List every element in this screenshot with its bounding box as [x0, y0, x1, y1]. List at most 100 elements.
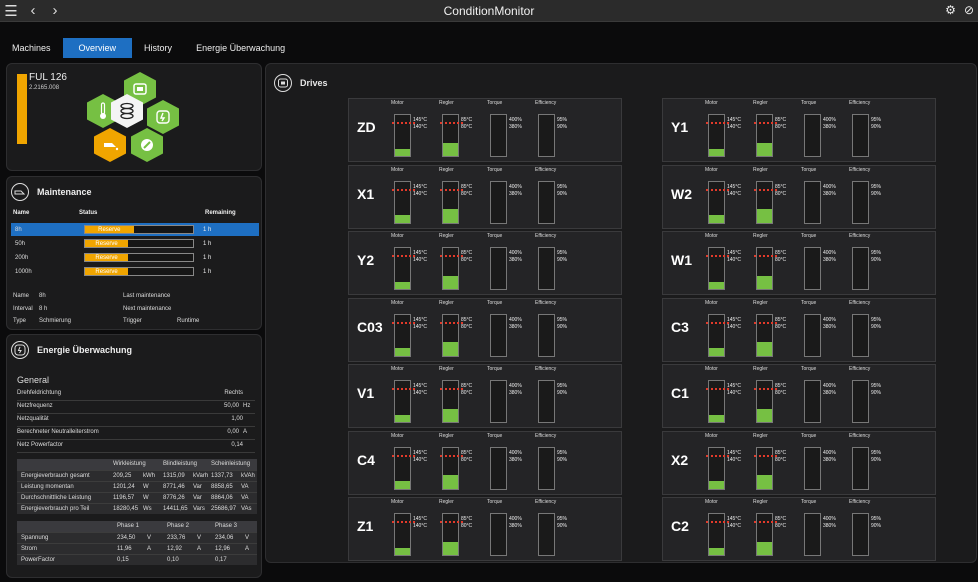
gauge-header: Torque — [487, 100, 503, 106]
drive-card[interactable]: Y1 Motor 145°C 140°C Regler 85°C 80°C Torque 400… — [662, 98, 936, 162]
gauge-bar — [490, 313, 507, 357]
table-row-label: PowerFactor — [21, 557, 56, 563]
gauge-high-value: 95% — [871, 117, 882, 123]
table-row: Spannung 234,50 V 233,76 V 234,06 V — [17, 532, 257, 543]
gauge-high-value: 145°C — [727, 250, 741, 256]
gauge-bar — [392, 446, 415, 490]
drive-card[interactable]: C1 Motor 145°C 140°C Regler 85°C 80°C Torque 400… — [662, 364, 936, 428]
table-cell-unit: Var — [193, 495, 202, 501]
table-cell-value: 0,17 — [215, 557, 227, 563]
drive-label: C3 — [671, 318, 689, 335]
chevron-left-icon[interactable]: ‹ — [22, 0, 44, 22]
link-icon[interactable]: ⊘ — [964, 3, 974, 17]
gauge-high-value: 85°C — [775, 449, 787, 456]
gauge-header: Torque — [801, 432, 817, 439]
gauge-fill — [709, 215, 724, 223]
gauge-low-value: 80°C — [461, 390, 473, 396]
gauge-bar — [538, 114, 555, 157]
gauge-bar — [440, 114, 463, 157]
drive-card[interactable]: W2 Motor 145°C 140°C Regler 85°C 80°C Torque 400… — [662, 164, 936, 229]
table-row: Strom 11,96 A 12,92 A 12,96 A — [17, 543, 257, 554]
drives-title: Drives — [300, 78, 328, 88]
gear-icon[interactable]: ⚙ — [945, 3, 956, 17]
gauge-header: Motor — [391, 366, 404, 372]
tab-energie-ueberwachung[interactable]: Energie Überwachung — [184, 38, 297, 58]
drive-card[interactable]: X2 Motor 145°C 140°C Regler 85°C 80°C Torque 400… — [662, 430, 936, 495]
gauge-header: Efficiency — [849, 499, 871, 505]
table-cell-value: 0,15 — [117, 557, 129, 563]
gauge-high-value: 85°C — [775, 316, 787, 323]
drive-card[interactable]: X1 Motor 145°C 140°C Regler 85°C 80°C Torque 400… — [348, 164, 622, 229]
gauge-header: Regler — [439, 499, 454, 505]
gauge-low-value: 380% — [509, 456, 522, 463]
gauge-bar — [490, 380, 507, 423]
gauge-low-value: 80°C — [461, 523, 473, 529]
drive-label: Y2 — [357, 252, 375, 268]
maintenance-row[interactable]: 50h Reserve 1 h — [11, 237, 259, 250]
gauge-bar — [706, 114, 729, 157]
table-cell-unit: VA — [241, 495, 249, 501]
tab-history[interactable]: History — [132, 38, 184, 58]
table-row: Leistung momentan 1201,24 W 8771,46 Var 8858,… — [17, 481, 257, 492]
drive-card[interactable]: W1 Motor 145°C 140°C Regler 85°C 80°C Torque 400… — [662, 231, 936, 295]
gauge-bar — [852, 247, 869, 290]
drive-card[interactable]: C4 Motor 145°C 140°C Regler 85°C 80°C Torque 400… — [348, 430, 622, 495]
gauge-bar — [754, 380, 777, 423]
gauge-low-value: 140°C — [727, 124, 741, 130]
gauge-header: Efficiency — [535, 166, 557, 173]
gauge-high-value: 145°C — [413, 516, 427, 522]
table-cell-unit: V — [245, 535, 250, 541]
info-trigger-label: Trigger — [123, 318, 142, 324]
maintenance-status-fill: Reserve — [85, 240, 129, 247]
drive-card[interactable]: C3 Motor 145°C 140°C Regler 85°C 80°C Torque 400… — [662, 297, 936, 362]
gauge-high-value: 400% — [823, 117, 836, 123]
threshold-marker — [440, 255, 463, 257]
table-row-label: Energieverbrauch pro Teil — [21, 506, 90, 512]
main-nav: Machines Overview History Energie Überwa… — [0, 38, 978, 58]
gauge-bar — [392, 513, 415, 556]
drive-card[interactable]: C2 Motor 145°C 140°C Regler 85°C 80°C Torque 400… — [662, 497, 936, 561]
drive-card[interactable]: Y2 Motor 145°C 140°C Regler 85°C 80°C Torque 400… — [348, 231, 622, 295]
gauge-high-value: 400% — [509, 117, 522, 123]
table-cell-unit: Ws — [143, 506, 152, 512]
gauge-header: Regler — [753, 100, 768, 106]
threshold-marker — [440, 321, 463, 324]
menu-icon[interactable]: ☰ — [0, 0, 22, 22]
drive-card[interactable]: Z1 Motor 145°C 140°C Regler 85°C 80°C Torque 400… — [348, 497, 622, 561]
tab-machines[interactable]: Machines — [0, 38, 63, 58]
drive-label: C03 — [357, 318, 383, 335]
tab-overview[interactable]: Overview — [62, 38, 133, 58]
drive-label: V1 — [357, 385, 375, 401]
wrench-icon[interactable] — [131, 128, 163, 162]
threshold-marker — [754, 321, 777, 324]
gauge-high-value: 95% — [557, 183, 568, 190]
gauge-fill — [443, 275, 458, 289]
maintenance-row[interactable]: 8h Reserve 1 h — [11, 223, 259, 236]
gauge-header: Efficiency — [849, 432, 871, 439]
info-interval-value: 8 h — [39, 306, 48, 312]
drive-card[interactable]: V1 Motor 145°C 140°C Regler 85°C 80°C Torque 400… — [348, 364, 622, 428]
table-cell-value: 1196,57 — [113, 495, 135, 501]
gauge-high-value: 85°C — [775, 516, 787, 522]
threshold-marker — [440, 521, 463, 523]
table-cell-value: 0,10 — [167, 557, 179, 563]
maintenance-row[interactable]: 1000h Reserve 1 h — [11, 265, 259, 278]
gauge-bar — [538, 313, 555, 357]
gauge-fill — [443, 475, 458, 489]
maintenance-row[interactable]: 200h Reserve 1 h — [11, 251, 259, 264]
oil-can-icon[interactable] — [94, 128, 126, 162]
maintenance-row-name: 50h — [15, 240, 26, 247]
energy-panel: Energie Überwachung General Drehfeldrich… — [6, 334, 262, 578]
gauge-fill — [757, 541, 772, 555]
gauge-bar — [440, 513, 463, 556]
gauge-bar — [392, 313, 415, 357]
power-icon[interactable] — [147, 100, 179, 134]
drive-card[interactable]: ZD Motor 145°C 140°C Regler 85°C 80°C Torque 400… — [348, 98, 622, 162]
table-cell-unit: A — [245, 546, 250, 552]
table-row: PowerFactor 0,15 0,10 0,17 — [17, 554, 257, 565]
drive-card[interactable]: C03 Motor 145°C 140°C Regler 85°C 80°C Torque 40… — [348, 297, 622, 362]
gauge-fill — [395, 547, 410, 555]
gauge-bar — [490, 446, 507, 490]
chevron-right-icon[interactable]: › — [44, 0, 66, 22]
gauge-low-value: 140°C — [727, 390, 741, 396]
